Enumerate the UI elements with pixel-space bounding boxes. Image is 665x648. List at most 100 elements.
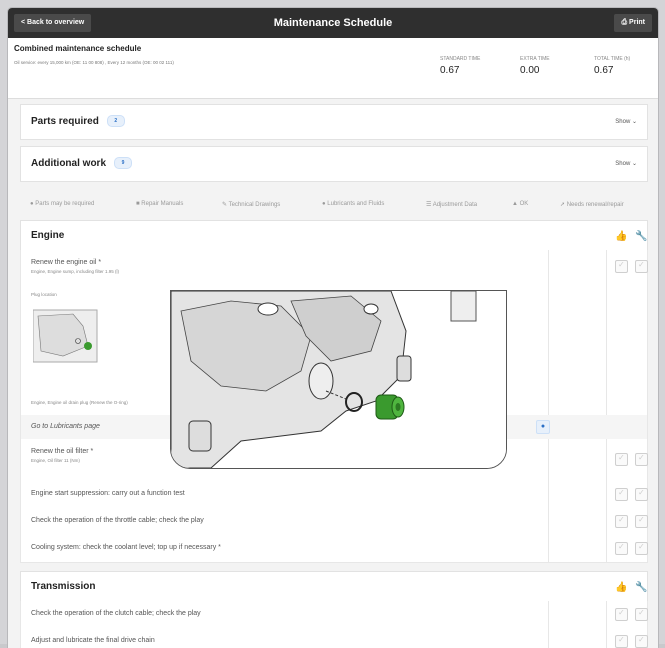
oil-filter-sub: Engine, Oil filter 11 (Nm) <box>31 458 80 463</box>
throttle-cable-task: Check the operation of the throttle cabl… <box>31 517 204 524</box>
standard-time: STANDARD TIME 0.67 <box>440 56 500 76</box>
engine-drawing <box>171 291 506 468</box>
extra-time: EXTRA TIME 0.00 <box>520 56 580 76</box>
engine-section-title: Engine <box>31 230 65 241</box>
drop-icon[interactable]: ● <box>536 420 550 434</box>
extra-time-label: EXTRA TIME <box>520 56 550 62</box>
start-suppression-task: Engine start suppression: carry out a fu… <box>31 490 185 497</box>
divider <box>606 508 607 535</box>
throttle-cable-row: Check the operation of the throttle cabl… <box>20 508 648 536</box>
final-drive-chain-row: Adjust and lubricate the final drive cha… <box>20 628 648 648</box>
additional-work-heading: Additional work 9 <box>31 147 132 181</box>
ok-checkbox[interactable] <box>615 608 628 621</box>
drain-plug-zoom-popup[interactable] <box>170 290 507 469</box>
divider <box>606 628 607 648</box>
divider <box>606 250 607 415</box>
ok-checkbox[interactable] <box>615 488 628 501</box>
summary-title: Combined maintenance schedule <box>14 44 142 53</box>
legend-renewal-label: Needs renewal/repair <box>566 202 624 208</box>
divider <box>606 439 607 481</box>
standard-time-label: STANDARD TIME <box>440 56 481 62</box>
legend-parts: ● Parts may be required <box>30 201 94 207</box>
clutch-cable-task: Check the operation of the clutch cable;… <box>31 610 201 617</box>
legend-adjustment-label: Adjustment Data <box>432 202 478 208</box>
print-button[interactable]: ⎙ Print <box>614 14 652 32</box>
parts-required-title: Parts required <box>31 116 99 127</box>
additional-show-toggle[interactable]: Show ⌄ <box>615 147 637 181</box>
drain-plug <box>375 394 405 420</box>
legend-renewal: ➚ Needs renewal/repair <box>560 201 624 208</box>
engine-oil-sub: Engine, Engine sump, including filter 1.… <box>31 269 120 274</box>
ok-checkbox[interactable] <box>615 260 628 273</box>
divider <box>548 481 549 508</box>
legend-bar: ● Parts may be required ■ Repair Manuals… <box>20 193 646 217</box>
ok-checkbox[interactable] <box>615 515 628 528</box>
total-time-value: 0.67 <box>594 65 614 76</box>
oil-filter-task: Renew the oil filter * <box>31 448 94 455</box>
legend-ok-label: OK <box>519 201 529 207</box>
coolant-task: Cooling system: check the coolant level;… <box>31 544 221 551</box>
transmission-section-header: Transmission 👍 🔧 <box>20 571 648 602</box>
plug-location-label: Plug location <box>31 292 57 297</box>
tablet-device: < Back to overview Maintenance Schedule … <box>0 0 665 648</box>
additional-work-title: Additional work <box>31 158 106 169</box>
additional-work-panel[interactable]: Additional work 9 Show ⌄ <box>20 146 648 182</box>
parts-show-toggle[interactable]: Show ⌄ <box>615 105 637 139</box>
coolant-row: Cooling system: check the coolant level;… <box>20 535 648 563</box>
legend-adjustment: ☰ Adjustment Data <box>426 201 477 208</box>
thumbs-up-icon[interactable]: 👍 <box>615 231 627 242</box>
ok-checkbox[interactable] <box>615 542 628 555</box>
divider <box>548 628 549 648</box>
final-drive-chain-task: Adjust and lubricate the final drive cha… <box>31 637 155 644</box>
total-time: TOTAL TIME (h) 0.67 <box>594 56 654 76</box>
go-to-lubricants-link[interactable]: Go to Lubricants page <box>31 423 100 430</box>
divider <box>548 535 549 562</box>
legend-parts-label: Parts may be required <box>35 201 95 207</box>
total-time-label: TOTAL TIME (h) <box>594 56 631 62</box>
engine-oil-task: Renew the engine oil * <box>31 259 102 266</box>
divider <box>548 439 549 481</box>
top-bar: < Back to overview Maintenance Schedule … <box>8 8 658 38</box>
legend-lubricants-label: Lubricants and Fluids <box>327 201 385 207</box>
clutch-cable-row: Check the operation of the clutch cable;… <box>20 601 648 629</box>
legend-ok: ▲ OK <box>512 201 528 207</box>
legend-lubricants: ● Lubricants and Fluids <box>322 201 384 207</box>
renewal-checkbox[interactable] <box>635 260 648 273</box>
ok-checkbox[interactable] <box>615 453 628 466</box>
divider <box>606 535 607 562</box>
print-icon: ⎙ <box>621 19 628 26</box>
drain-plug-caption: Engine, Engine oil drain plug (Renew the… <box>31 400 128 405</box>
ok-checkbox[interactable] <box>615 635 628 648</box>
extra-time-value: 0.00 <box>520 65 540 76</box>
legend-manuals: ■ Repair Manuals <box>136 201 183 207</box>
engine-thumbnail[interactable] <box>33 306 103 366</box>
parts-required-heading: Parts required 2 <box>31 105 125 139</box>
start-suppression-row: Engine start suppression: carry out a fu… <box>20 481 648 509</box>
renewal-checkbox[interactable] <box>635 608 648 621</box>
legend-drawings: ✎ Technical Drawings <box>222 201 280 208</box>
renewal-checkbox[interactable] <box>635 488 648 501</box>
summary-subtitle: Oil service: every 15,000 km (OE: 11 00 … <box>14 60 174 65</box>
schedule-summary: Combined maintenance schedule Oil servic… <box>8 38 658 99</box>
renewal-checkbox[interactable] <box>635 635 648 648</box>
wrench-icon[interactable]: 🔧 <box>635 582 647 593</box>
renewal-checkbox[interactable] <box>635 453 648 466</box>
engine-section-header: Engine 👍 🔧 <box>20 220 648 251</box>
print-label: Print <box>629 19 645 26</box>
divider <box>548 601 549 628</box>
thumbs-up-icon[interactable]: 👍 <box>615 582 627 593</box>
divider <box>548 508 549 535</box>
divider <box>606 601 607 628</box>
wrench-icon: ➚ <box>560 202 567 208</box>
renewal-checkbox[interactable] <box>635 515 648 528</box>
wrench-adjust-icon: ☰ <box>426 202 433 208</box>
legend-manuals-label: Repair Manuals <box>141 201 184 207</box>
renewal-checkbox[interactable] <box>635 542 648 555</box>
standard-time-value: 0.67 <box>440 65 460 76</box>
divider <box>606 481 607 508</box>
divider <box>548 250 549 415</box>
parts-required-panel[interactable]: Parts required 2 Show ⌄ <box>20 104 648 140</box>
wrench-icon[interactable]: 🔧 <box>635 231 647 242</box>
parts-count-badge: 2 <box>106 115 125 128</box>
page-title: Maintenance Schedule <box>273 17 393 29</box>
